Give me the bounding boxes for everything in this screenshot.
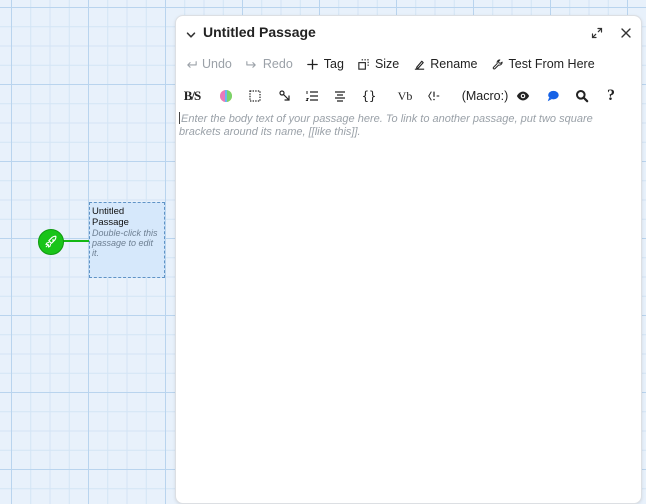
body-placeholder: Enter the body text of your passage here…: [179, 113, 593, 138]
if-button[interactable]: [424, 86, 444, 106]
size-label: Size: [374, 57, 400, 71]
if-branch-icon: [427, 89, 441, 103]
passage-toolbar: Undo Redo Tag Size Rename Test From Here: [184, 54, 641, 74]
rename-label: Rename: [430, 57, 478, 71]
help-label: ?: [607, 87, 615, 104]
speech-bubble-icon: [546, 89, 560, 103]
comment-button[interactable]: [544, 86, 562, 106]
passage-card-excerpt: Double-click this passage to edit it.: [92, 228, 158, 258]
expand-icon: [591, 27, 603, 39]
list-button[interactable]: [304, 86, 320, 106]
rocket-icon: [44, 235, 58, 249]
dotted-box-icon: [248, 89, 262, 103]
test-from-here-label: Test From Here: [508, 57, 595, 71]
passage-card-untitled[interactable]: Untitled Passage Double-click this passa…: [89, 202, 165, 278]
size-icon: [357, 57, 371, 71]
redo-label: Redo: [262, 57, 293, 71]
undo-button[interactable]: Undo: [184, 57, 232, 71]
bold-strike-label: B/S: [183, 88, 201, 103]
macro-label: (Macro:): [461, 89, 509, 103]
code-button[interactable]: {}: [358, 86, 380, 106]
close-icon: [620, 27, 632, 39]
rename-icon: [412, 57, 426, 71]
list-icon: [305, 89, 319, 103]
plus-icon: [306, 57, 320, 71]
align-center-icon: [333, 89, 347, 103]
passage-card-title: Untitled Passage: [92, 206, 129, 228]
undo-label: Undo: [202, 57, 232, 71]
test-from-here-button[interactable]: Test From Here: [491, 57, 595, 71]
eye-icon: [516, 89, 530, 103]
tag-label: Tag: [323, 57, 344, 71]
start-passage-badge[interactable]: [38, 229, 64, 255]
redo-button[interactable]: Redo: [245, 57, 293, 71]
macro-button[interactable]: (Macro:): [453, 86, 517, 106]
wrench-icon: [491, 57, 505, 71]
code-label: {}: [361, 89, 377, 103]
format-toolbar: B/S {} Vb (Macro:) ?: [182, 86, 641, 106]
transition-icon: [278, 89, 292, 103]
passage-body-editor[interactable]: Enter the body text of your passage here…: [178, 112, 635, 497]
bold-strike-button[interactable]: B/S: [182, 86, 202, 106]
text-caret: [179, 112, 180, 124]
start-link-line: [60, 240, 89, 242]
add-tag-button[interactable]: Tag: [306, 57, 344, 71]
dialog-header: Untitled Passage: [176, 16, 641, 50]
vb-label: Vb: [397, 88, 413, 103]
dialog-title[interactable]: Untitled Passage: [186, 24, 316, 40]
dialog-title-text: Untitled Passage: [203, 24, 316, 40]
preview-button[interactable]: [514, 86, 532, 106]
transition-button[interactable]: [276, 86, 294, 106]
box-button[interactable]: [247, 86, 263, 106]
search-icon: [575, 89, 589, 103]
undo-icon: [184, 57, 198, 71]
chevron-down-icon[interactable]: [186, 27, 196, 38]
size-button[interactable]: Size: [357, 57, 399, 71]
align-button[interactable]: [332, 86, 348, 106]
passage-edit-dialog: Untitled Passage Undo Redo Tag Size Rena…: [175, 15, 642, 504]
help-button[interactable]: ?: [602, 86, 620, 106]
close-button[interactable]: [618, 25, 634, 41]
rename-button[interactable]: Rename: [412, 57, 478, 71]
rainbow-icon: [219, 89, 233, 103]
body-placeholder-text: Enter the body text of your passage here…: [178, 112, 635, 139]
find-button[interactable]: [573, 86, 591, 106]
colour-button[interactable]: [218, 86, 234, 106]
redo-icon: [245, 57, 259, 71]
maximize-button[interactable]: [589, 25, 605, 41]
variable-button[interactable]: Vb: [395, 86, 415, 106]
